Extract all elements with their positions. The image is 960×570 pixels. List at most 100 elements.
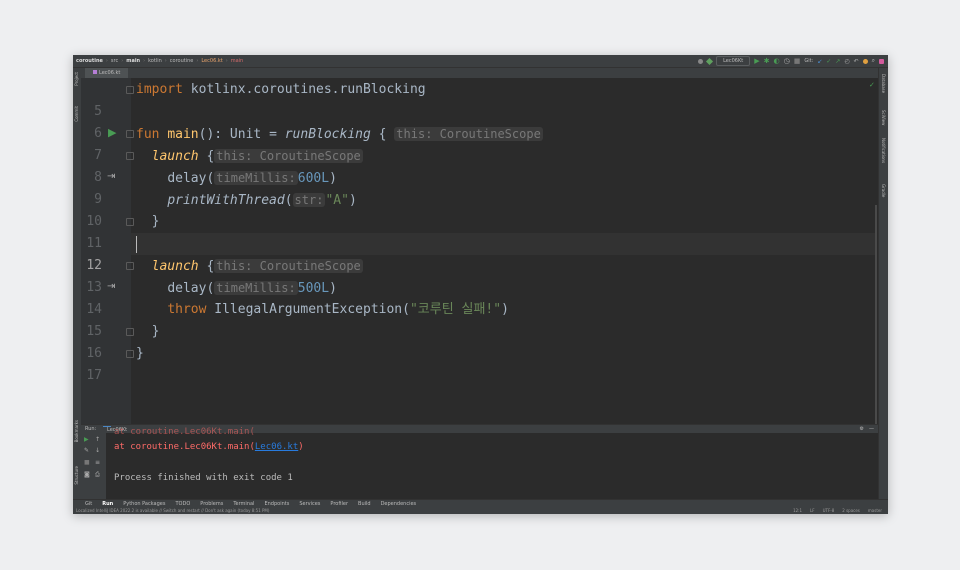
camera-icon[interactable]: ◙ (84, 471, 90, 478)
function-call: printWithThread (167, 193, 285, 208)
file-encoding[interactable]: UTF-8 (823, 508, 835, 514)
text-caret (136, 236, 137, 253)
suspend-call-icon: ⇥ (107, 281, 116, 292)
code-line-16: 16 } (73, 321, 888, 361)
breadcrumb-project[interactable]: coroutine (73, 58, 106, 64)
tool-window-profiler[interactable]: Profiler (330, 501, 348, 507)
tool-window-problems[interactable]: Problems (200, 501, 223, 507)
stop-icon[interactable]: ■ (794, 57, 801, 65)
tool-window-dependencies[interactable]: Dependencies (381, 501, 417, 507)
breadcrumb-kotlin[interactable]: kotlin (145, 58, 165, 64)
git-update-icon[interactable]: ↙ (817, 58, 822, 65)
code-text: { (198, 259, 215, 274)
string-literal: "코루틴 실패!" (409, 302, 502, 317)
breadcrumb-package[interactable]: coroutine (167, 58, 197, 64)
tool-window-build[interactable]: Build (358, 501, 371, 507)
code-text: ( (284, 193, 293, 208)
code-text: { (198, 149, 215, 164)
caret-position[interactable]: 12:1 (793, 508, 802, 514)
function-call: launch (151, 259, 199, 274)
line-separator[interactable]: LF (810, 508, 815, 514)
console-text: ) (298, 442, 304, 452)
keyword: import (136, 82, 183, 97)
kotlin-file-icon (93, 70, 97, 74)
soft-wrap-icon[interactable]: ≡ (95, 459, 100, 466)
code-text: { (370, 127, 387, 142)
fold-icon[interactable] (126, 86, 134, 94)
status-message[interactable]: Localized IntelliJ IDEA 2022.2 is availa… (76, 508, 269, 514)
navigation-bar: coroutine › src › main › kotlin › coroutine ›… (73, 55, 888, 68)
code-line-17: 17 } (73, 343, 888, 383)
tool-window-python-packages[interactable]: Python Packages (123, 501, 165, 507)
plugin-icon[interactable] (862, 58, 868, 64)
settings-gear-icon[interactable]: ⚙ (860, 426, 864, 432)
inlay-hint: timeMillis: (214, 171, 298, 185)
indent-setting[interactable]: 2 spaces (842, 508, 860, 514)
structure-tool[interactable]: Structure (74, 466, 79, 485)
run-tab[interactable]: Lec06Kt (103, 426, 127, 433)
stop-icon[interactable]: ■ (84, 459, 90, 466)
inlay-hint: str: (292, 193, 326, 207)
source-link[interactable]: Lec06.kt (255, 442, 298, 452)
history-icon[interactable]: ◴ (844, 58, 849, 65)
function-name: main (167, 127, 199, 142)
code-line-11: 11 } (73, 211, 888, 251)
code-text: ) (501, 302, 509, 317)
search-icon[interactable]: ⌕ (872, 57, 875, 65)
git-label: Git: (804, 58, 814, 64)
code-line-15: 15 throw IllegalArgumentException("코루틴 실… (73, 299, 888, 339)
code-line-7: 7 fun main(): Unit = runBlocking { this:… (73, 123, 888, 163)
code-text: } (136, 346, 144, 361)
profile-icon[interactable]: ◷ (784, 57, 790, 65)
coverage-icon[interactable]: ◐ (773, 57, 779, 65)
fold-icon[interactable] (126, 350, 134, 358)
print-icon[interactable]: ⎙ (95, 471, 100, 479)
breadcrumb-src[interactable]: src (108, 58, 121, 64)
fold-icon[interactable] (126, 218, 134, 226)
wrench-icon[interactable]: ✎ (84, 447, 89, 454)
run-gutter-icon[interactable]: ▶ (108, 126, 116, 139)
editor-tab-bar: Lec06.kt (81, 68, 878, 79)
function-call: runBlocking (284, 127, 371, 142)
fold-icon[interactable] (126, 130, 134, 138)
tool-window-run[interactable]: Run (102, 501, 113, 507)
tool-window-endpoints[interactable]: Endpoints (264, 501, 289, 507)
breadcrumb-function[interactable]: main (228, 58, 247, 64)
run-config-select[interactable]: Lec06Kt (716, 56, 751, 66)
git-commit-icon[interactable]: ✓ (826, 58, 831, 65)
git-push-icon[interactable]: ↗ (835, 58, 840, 65)
account-icon[interactable] (698, 58, 704, 64)
fold-icon[interactable] (126, 262, 134, 270)
code-line-10: 10 printWithThread(str: "A") (73, 189, 888, 229)
code-line-6: 6 (73, 101, 888, 141)
code-line-5: 5 import kotlinx.coroutines.runBlocking (73, 79, 888, 119)
scroll-up-icon[interactable]: ↑ (95, 436, 100, 443)
breadcrumb-file[interactable]: Lec06.kt (198, 58, 225, 64)
inlay-hint: timeMillis: (214, 281, 298, 295)
git-branch[interactable]: master (868, 508, 882, 514)
function-call: launch (151, 149, 199, 164)
tool-window-git[interactable]: Git (85, 501, 92, 507)
rerun-icon[interactable]: ▶ (84, 436, 89, 443)
console-exit-line: Process finished with exit code 1 (114, 473, 293, 483)
number-literal: 600L (297, 171, 330, 186)
run-console-toolbar: ▶ ↑ ✎ ↓ ■ ≡ ◙ ⎙ (81, 433, 106, 499)
minimize-icon[interactable]: — (869, 426, 874, 432)
build-hammer-icon[interactable] (706, 57, 714, 65)
number-literal: 500L (297, 281, 330, 296)
editor-tab-label: Lec06.kt (99, 70, 121, 76)
tool-window-terminal[interactable]: Terminal (233, 501, 254, 507)
fold-icon[interactable] (126, 152, 134, 160)
scroll-down-icon[interactable]: ↓ (95, 447, 100, 454)
debug-icon[interactable]: ✱ (764, 57, 770, 65)
tool-window-services[interactable]: Services (299, 501, 320, 507)
console-stack-line: at coroutine.Lec06Kt.main(Lec06.kt) (114, 441, 304, 453)
rollback-icon[interactable]: ↶ (854, 58, 859, 65)
console-line-clipped: at coroutine.Lec06Kt.main( (114, 426, 255, 438)
breadcrumb-main[interactable]: main (123, 58, 143, 64)
run-icon[interactable]: ▶ (754, 57, 759, 65)
fold-icon[interactable] (126, 328, 134, 336)
keyword: fun (136, 127, 160, 142)
tool-window-todo[interactable]: TODO (175, 501, 190, 507)
jetbrains-logo-icon[interactable] (879, 58, 884, 64)
